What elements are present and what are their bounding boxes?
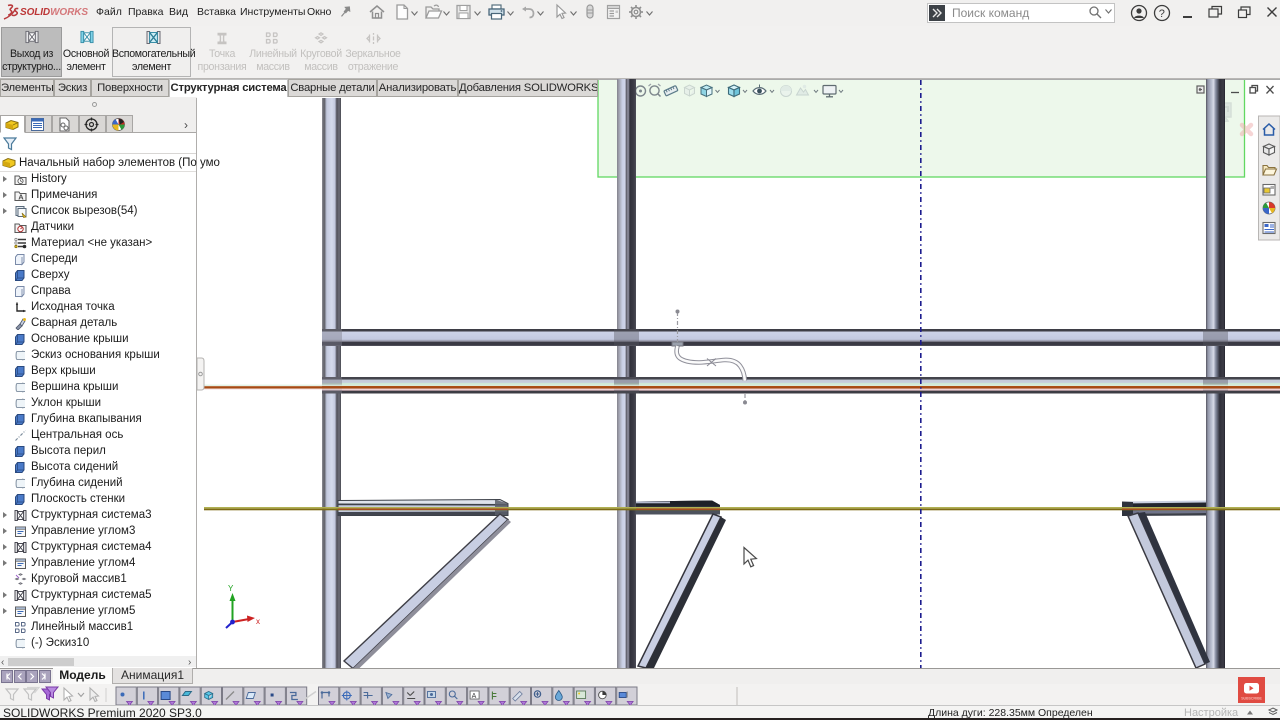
svg-text:?: ? xyxy=(1159,8,1165,20)
svg-text:x: x xyxy=(256,617,260,626)
svg-text:Y: Y xyxy=(228,584,234,593)
svg-text:SUBSCRIBE: SUBSCRIBE xyxy=(1241,697,1262,701)
svg-text:A: A xyxy=(18,192,24,201)
svg-text:SOLIDWORKS: SOLIDWORKS xyxy=(20,7,88,18)
